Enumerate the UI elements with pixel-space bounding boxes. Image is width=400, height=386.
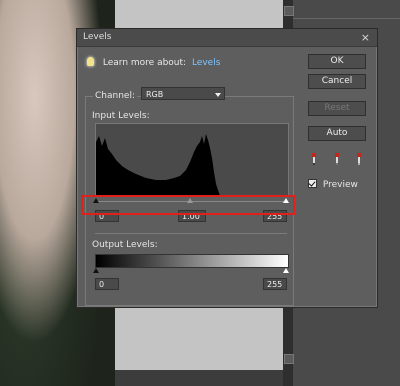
chevron-down-icon (215, 93, 221, 97)
input-black-field[interactable]: 0 (95, 210, 119, 222)
input-gamma-field[interactable]: 1.00 (178, 210, 206, 222)
close-icon[interactable]: × (361, 31, 370, 44)
gray-eyedropper-icon[interactable] (334, 153, 340, 165)
input-white-field[interactable]: 255 (263, 210, 287, 222)
channel-label: Channel: (93, 91, 137, 101)
channel-group: Channel: RGB Input Levels: 0 1.00 255 Ou… (85, 87, 294, 306)
auto-button[interactable]: Auto (308, 126, 366, 141)
black-eyedropper-icon[interactable] (311, 153, 317, 165)
input-white-handle[interactable] (283, 198, 289, 203)
histogram (95, 123, 289, 197)
ok-button[interactable]: OK (308, 54, 366, 69)
input-gamma-handle[interactable] (187, 198, 193, 203)
output-black-handle[interactable] (93, 268, 99, 273)
levels-dialog: Levels × Learn more about: Levels Channe… (76, 28, 378, 308)
lightbulb-icon (87, 57, 94, 66)
preview-label: Preview (322, 180, 358, 190)
input-black-handle[interactable] (93, 198, 99, 203)
channel-select[interactable]: RGB (141, 87, 225, 100)
dialog-titlebar[interactable]: Levels × (77, 29, 377, 47)
learn-more-row: Learn more about: Levels (87, 57, 220, 68)
dialog-title: Levels (83, 32, 112, 42)
white-eyedropper-icon[interactable] (356, 153, 362, 165)
output-levels-label: Output Levels: (92, 240, 158, 250)
preview-checkbox[interactable] (308, 179, 317, 188)
learn-more-link[interactable]: Levels (192, 58, 220, 68)
levels-divider (95, 233, 287, 234)
learn-more-text: Learn more about: (102, 58, 187, 68)
output-white-field[interactable]: 255 (263, 278, 287, 290)
output-white-handle[interactable] (283, 268, 289, 273)
scroll-down-button[interactable] (284, 354, 294, 364)
histogram-graph (96, 134, 220, 196)
panel-divider (293, 18, 400, 19)
channel-value: RGB (146, 90, 164, 99)
cancel-button[interactable]: Cancel (308, 74, 366, 89)
input-levels-label: Input Levels: (92, 111, 150, 121)
output-gradient-bar (95, 254, 289, 268)
output-black-field[interactable]: 0 (95, 278, 119, 290)
scroll-up-button[interactable] (284, 6, 294, 16)
preview-toggle[interactable]: Preview (308, 179, 358, 190)
reset-button[interactable]: Reset (308, 101, 366, 116)
